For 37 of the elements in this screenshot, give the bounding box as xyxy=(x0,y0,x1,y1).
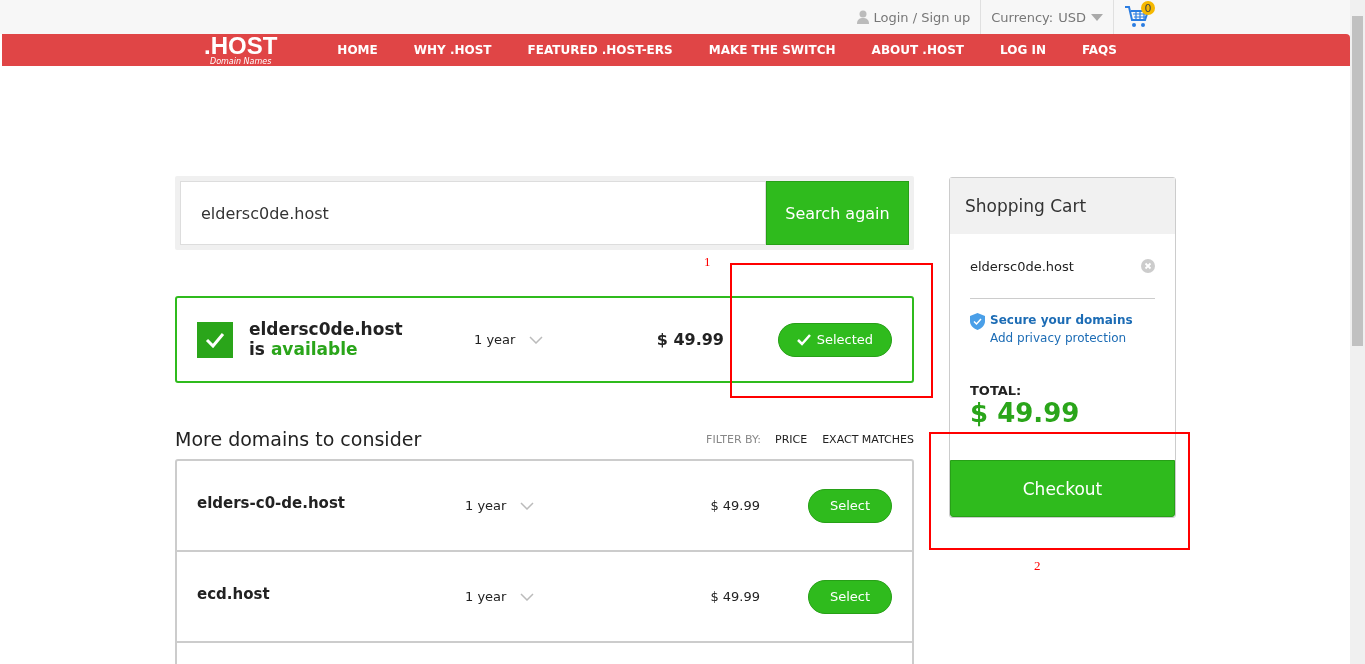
cart-count: 0 xyxy=(1141,1,1155,15)
nav-link[interactable]: FEATURED .HOST-ERS xyxy=(527,43,673,57)
annotation-number: 2 xyxy=(1034,558,1041,574)
domain-name: elders-c0-de.host xyxy=(197,493,347,512)
cart-item: eldersc0de.host xyxy=(970,258,1074,274)
nav-link[interactable]: WHY .HOST xyxy=(413,43,492,57)
section-title: More domains to consider xyxy=(175,428,422,450)
select-button[interactable]: Select xyxy=(808,488,892,523)
nav-link[interactable]: HOME xyxy=(337,43,378,57)
annotation-number: 1 xyxy=(704,254,711,270)
logo[interactable]: .HOST xyxy=(204,34,278,58)
checkout-button[interactable]: Checkout xyxy=(950,460,1175,517)
search-field[interactable]: eldersc0de.host xyxy=(180,181,766,245)
price: $ 49.99 xyxy=(655,330,724,349)
logo-tagline: Domain Names xyxy=(210,58,272,66)
domain-name: ecd.host xyxy=(197,584,271,603)
term-dropdown[interactable]: 1 year xyxy=(465,589,507,604)
cart-title: Shopping Cart xyxy=(950,178,1175,234)
login-link[interactable]: Login / Sign up xyxy=(873,9,971,25)
search-button[interactable]: Search again xyxy=(766,181,909,245)
select-button[interactable]: Select xyxy=(808,579,892,614)
filter-label: FILTER BY: xyxy=(706,432,761,446)
price: $ 49.99 xyxy=(709,498,760,513)
total-label: TOTAL: xyxy=(970,383,1023,398)
secure-domains-link[interactable]: Secure your domains xyxy=(990,313,1133,327)
term-dropdown[interactable]: 1 year xyxy=(465,498,507,513)
nav-link[interactable]: MAKE THE SWITCH xyxy=(708,43,836,57)
filter-link[interactable]: PRICE xyxy=(775,432,808,446)
term-dropdown[interactable]: 1 year xyxy=(474,332,516,347)
nav-link[interactable]: ABOUT .HOST xyxy=(871,43,964,57)
privacy-link[interactable]: Add privacy protection xyxy=(990,331,1133,345)
filter-link[interactable]: EXACT MATCHES xyxy=(822,432,914,446)
nav-link[interactable]: LOG IN xyxy=(999,43,1046,57)
selected-button[interactable]: Selected xyxy=(777,322,892,357)
nav-link[interactable]: FAQS xyxy=(1081,43,1117,57)
domain-availability: eldersc0de.host is available xyxy=(249,319,404,360)
price: $ 49.99 xyxy=(709,589,760,604)
